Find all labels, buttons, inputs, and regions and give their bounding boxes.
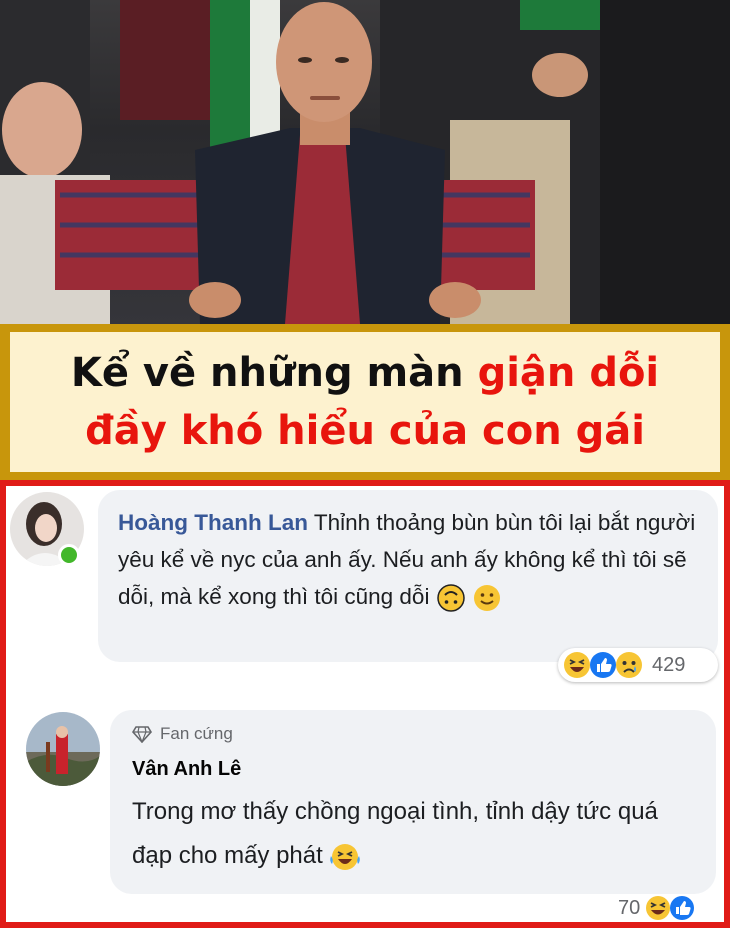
- upside-down-face-icon: [436, 584, 465, 612]
- comment-1-reaction-count: 429: [652, 653, 686, 676]
- online-status-dot: [58, 544, 80, 566]
- sad-reaction-icon: [616, 652, 642, 678]
- comments-panel: Hoàng Thanh Lan Thỉnh thoảng bùn bùn tôi…: [6, 486, 724, 922]
- slightly-smiling-face-icon: [473, 585, 500, 612]
- title-line-1: Kể về những màn giận dỗi: [71, 344, 659, 402]
- tears-of-joy-icon: [330, 843, 361, 870]
- title-banner-panel: Kể về những màn giận dỗi đầy khó hiểu củ…: [10, 332, 720, 472]
- comments-frame: Hoàng Thanh Lan Thỉnh thoảng bùn bùn tôi…: [0, 480, 730, 928]
- comment-1-author[interactable]: Hoàng Thanh Lan: [118, 510, 308, 535]
- comment-1-body: Hoàng Thanh Lan Thỉnh thoảng bùn bùn tôi…: [118, 504, 704, 615]
- comment-2-reactions[interactable]: 70: [618, 894, 698, 922]
- comment-1-reactions[interactable]: 429: [558, 648, 718, 682]
- comment-bubble-1: Hoàng Thanh Lan Thỉnh thoảng bùn bùn tôi…: [98, 490, 718, 662]
- meme-photo-illustration: [0, 0, 730, 324]
- comment-2-body: Trong mơ thấy chồng ngoại tình, tỉnh dậy…: [132, 790, 692, 878]
- comment-bubble-2: Fan cứng Vân Anh Lê Trong mơ thấy chồng …: [110, 710, 716, 894]
- comment-2-author[interactable]: Vân Anh Lê: [132, 758, 241, 781]
- title-line-1-highlight: giận dỗi: [477, 350, 660, 396]
- avatar-van-anh-le[interactable]: [26, 712, 100, 786]
- comment-2-reaction-count: 70: [618, 896, 641, 919]
- title-banner: Kể về những màn giận dỗi đầy khó hiểu củ…: [0, 324, 730, 480]
- title-line-1-text: Kể về những màn: [70, 350, 478, 396]
- fan-badge: Fan cứng: [132, 724, 233, 744]
- meme-photo: [0, 0, 730, 324]
- title-line-2: đầy khó hiểu của con gái: [85, 402, 645, 460]
- title-line-2-highlight: đầy khó hiểu của con gái: [85, 408, 645, 454]
- diamond-icon: [132, 726, 152, 743]
- comment-2-text: Trong mơ thấy chồng ngoại tình, tỉnh dậy…: [132, 798, 658, 869]
- fan-badge-label: Fan cứng: [160, 724, 233, 743]
- like-reaction-icon: [670, 896, 695, 920]
